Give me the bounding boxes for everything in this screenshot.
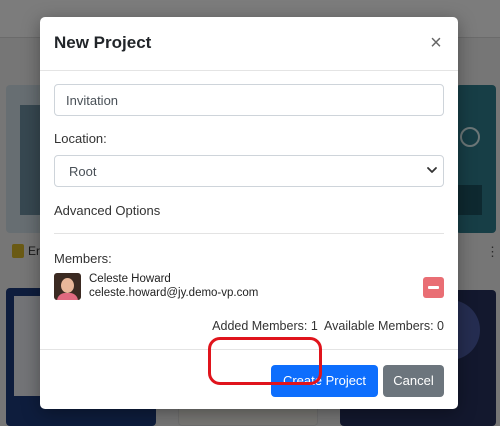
divider bbox=[54, 233, 444, 234]
member-email: celeste.howard@jy.demo-vp.com bbox=[89, 287, 259, 299]
avatar bbox=[54, 273, 81, 300]
project-name-input[interactable] bbox=[54, 84, 444, 116]
dialog-title: New Project bbox=[54, 33, 152, 52]
minus-icon bbox=[428, 286, 439, 289]
advanced-options-toggle[interactable]: Advanced Options bbox=[54, 203, 160, 218]
create-project-button[interactable]: Create Project bbox=[271, 365, 378, 397]
added-members-count: Added Members: 1 bbox=[212, 319, 318, 333]
dialog-footer: Create Project Cancel bbox=[40, 349, 458, 409]
cancel-button[interactable]: Cancel bbox=[383, 365, 444, 397]
member-name: Celeste Howard bbox=[89, 273, 171, 285]
location-label: Location: bbox=[54, 131, 107, 146]
members-label: Members: bbox=[54, 251, 112, 266]
dialog-header: New Project × bbox=[40, 17, 458, 71]
available-members-count: Available Members: 0 bbox=[324, 319, 444, 333]
location-selected-value: Root bbox=[69, 164, 97, 179]
remove-member-button[interactable] bbox=[423, 277, 444, 298]
new-project-dialog: New Project × Location: Root Advanced Op… bbox=[40, 17, 458, 409]
member-row: Celeste Howard celeste.howard@jy.demo-vp… bbox=[54, 271, 444, 305]
close-icon[interactable]: × bbox=[425, 31, 447, 55]
chevron-down-icon bbox=[427, 167, 437, 173]
member-counts: Added Members: 1 Available Members: 0 bbox=[54, 319, 444, 333]
location-select[interactable]: Root bbox=[54, 155, 444, 187]
